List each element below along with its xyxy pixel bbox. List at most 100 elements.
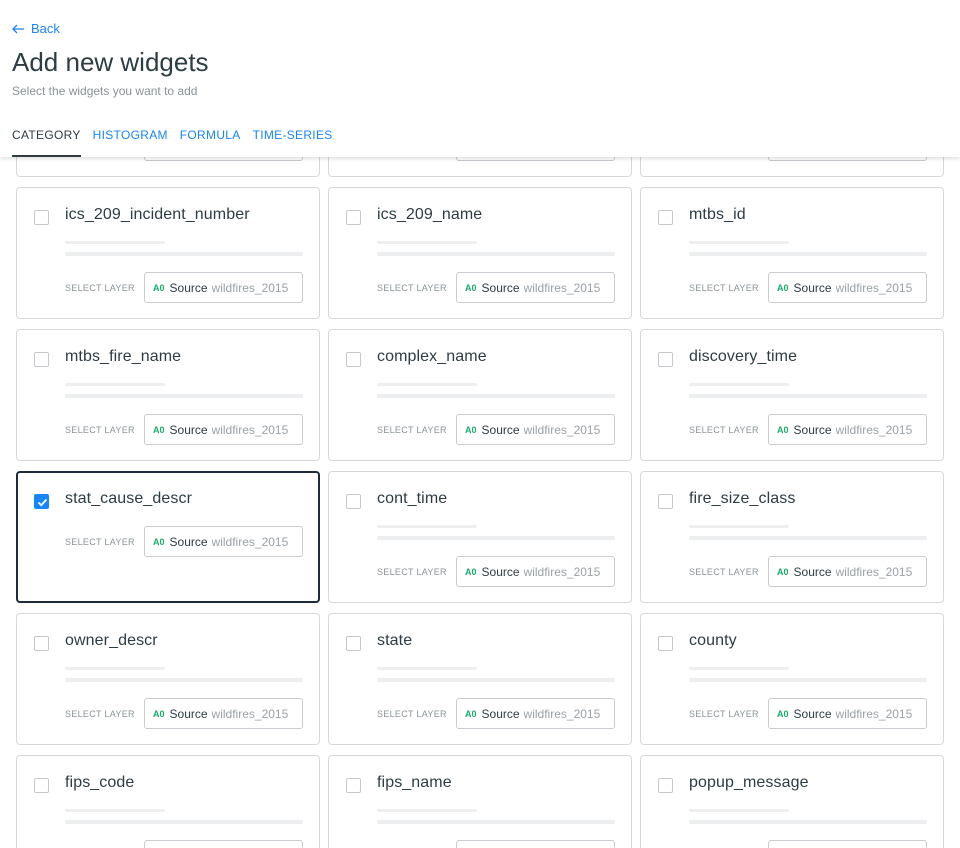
select-layer-label: SELECT LAYER (65, 709, 135, 719)
select-layer-label: SELECT LAYER (65, 425, 135, 435)
widget-checkbox[interactable] (658, 636, 673, 651)
preview-placeholder-long (377, 820, 615, 824)
layer-table-name: wildfires_2015 (523, 706, 601, 721)
preview-placeholder-short (65, 383, 165, 386)
layer-source: Source (169, 422, 208, 437)
layer-badge: A0 (777, 282, 789, 293)
widget-name: mtbs_id (689, 206, 746, 223)
page-subtitle: Select the widgets you want to add (12, 84, 198, 98)
widget-checkbox[interactable] (346, 778, 361, 793)
preview-placeholder-short (689, 809, 789, 812)
checkmark-icon (37, 498, 48, 507)
preview-placeholder-long (65, 820, 303, 824)
select-layer-label: SELECT LAYER (65, 283, 135, 293)
widget-card[interactable]: mtbs_id SELECT LAYER A0 Source wildfires_201… (640, 187, 944, 319)
layer-badge: A0 (777, 708, 789, 719)
tab-category[interactable]: CATEGORY (12, 128, 81, 157)
widget-card[interactable]: ics_209_name SELECT LAYER A0 Source wildfire… (328, 187, 632, 319)
layer-source: Source (481, 422, 520, 437)
widget-name: cont_time (377, 490, 448, 507)
widget-card[interactable]: discovery_time SELECT LAYER A0 Source wildfi… (640, 329, 944, 461)
layer-table-name: wildfires_2015 (211, 534, 289, 549)
widget-card[interactable]: stat_cause_descr SELECT LAYER A0 Source wild… (16, 471, 320, 603)
layer-select[interactable]: A0Sourcewildfires_2015 (144, 698, 303, 729)
layer-select[interactable]: A0Sourcewildfires_2015 (456, 272, 615, 303)
layer-select[interactable]: A0Sourcewildfires_2015 (456, 840, 615, 848)
widget-card[interactable]: complex_name SELECT LAYER A0 Source wildfire… (328, 329, 632, 461)
layer-table-name: wildfires_2015 (523, 564, 601, 579)
widget-checkbox[interactable] (658, 210, 673, 225)
preview-placeholder-short (689, 667, 789, 670)
tab-histogram[interactable]: HISTOGRAM (93, 128, 168, 157)
preview-placeholder-short (377, 809, 477, 812)
widget-checkbox[interactable] (34, 778, 49, 793)
tab-formula[interactable]: FORMULA (180, 128, 241, 157)
preview-placeholder-long (377, 252, 615, 256)
widget-checkbox[interactable] (346, 636, 361, 651)
widget-checkbox[interactable] (346, 210, 361, 225)
layer-table-name: wildfires_2015 (835, 422, 913, 437)
select-layer-label: SELECT LAYER (689, 567, 759, 577)
widget-checkbox[interactable] (658, 778, 673, 793)
widget-checkbox[interactable] (658, 494, 673, 509)
add-widgets-view: SELECT LAYERA0Sourcewildfires_2015SELECT… (0, 0, 960, 848)
layer-source: Source (481, 564, 520, 579)
page-header: Back Add new widgets Select the widgets … (0, 0, 960, 157)
widget-name: ics_209_incident_number (65, 206, 250, 223)
back-link[interactable]: Back (12, 21, 60, 36)
layer-table-name: wildfires_2015 (835, 564, 913, 579)
layer-source: Source (793, 564, 832, 579)
widget-card[interactable]: owner_descr SELECT LAYER A0 Source wildfires… (16, 613, 320, 745)
widget-checkbox[interactable] (34, 494, 49, 509)
layer-source: Source (169, 534, 208, 549)
widget-checkbox[interactable] (34, 352, 49, 367)
layer-select[interactable]: A0Sourcewildfires_2015 (768, 414, 927, 445)
layer-badge: A0 (153, 282, 165, 293)
preview-placeholder-long (689, 678, 927, 682)
widget-card[interactable]: county SELECT LAYER A0 Source wildfires_2015 (640, 613, 944, 745)
layer-select[interactable]: A0Sourcewildfires_2015 (144, 272, 303, 303)
layer-table-name: wildfires_2015 (523, 280, 601, 295)
widget-card[interactable]: fips_codeSELECT LAYERA0Sourcewildfires_2… (16, 755, 320, 848)
layer-select[interactable]: A0Sourcewildfires_2015 (768, 556, 927, 587)
preview-placeholder-long (377, 678, 615, 682)
layer-select[interactable]: A0Sourcewildfires_2015 (144, 840, 303, 848)
layer-table-name: wildfires_2015 (211, 280, 289, 295)
layer-select[interactable]: A0Sourcewildfires_2015 (144, 414, 303, 445)
widget-checkbox[interactable] (658, 352, 673, 367)
select-layer-label: SELECT LAYER (377, 425, 447, 435)
widget-card[interactable]: popup_messageSELECT LAYERA0Sourcewildfir… (640, 755, 944, 848)
preview-placeholder-short (689, 241, 789, 244)
preview-placeholder-short (65, 809, 165, 812)
widget-checkbox[interactable] (34, 636, 49, 651)
select-layer-label: SELECT LAYER (65, 537, 135, 547)
layer-source: Source (481, 706, 520, 721)
widget-card[interactable]: ics_209_incident_number SELECT LAYER A0 Sou… (16, 187, 320, 319)
preview-placeholder-short (689, 383, 789, 386)
widget-type-tabs: CATEGORY HISTOGRAM FORMULA TIME-SERIES (12, 128, 345, 157)
widget-card[interactable]: cont_time SELECT LAYER A0 Source wildfires_2… (328, 471, 632, 603)
select-layer-label: SELECT LAYER (689, 709, 759, 719)
tab-time-series[interactable]: TIME-SERIES (253, 128, 333, 157)
widget-name: fire_size_class (689, 490, 796, 507)
widget-card[interactable]: fire_size_class SELECT LAYER A0 Source wildf… (640, 471, 944, 603)
layer-table-name: wildfires_2015 (835, 706, 913, 721)
widget-name: fips_code (65, 774, 135, 791)
preview-placeholder-long (65, 252, 303, 256)
layer-select[interactable]: A0Sourcewildfires_2015 (456, 414, 615, 445)
widget-card[interactable]: mtbs_fire_name SELECT LAYER A0 Source wildfi… (16, 329, 320, 461)
preview-placeholder-long (689, 536, 927, 540)
widget-card[interactable]: state SELECT LAYER A0 Source wildfires_2015 (328, 613, 632, 745)
layer-select[interactable]: A0Sourcewildfires_2015 (456, 698, 615, 729)
layer-select[interactable]: A0Sourcewildfires_2015 (144, 526, 303, 557)
widget-checkbox[interactable] (34, 210, 49, 225)
widget-card[interactable]: fips_nameSELECT LAYERA0Sourcewildfires_2… (328, 755, 632, 848)
widget-checkbox[interactable] (346, 494, 361, 509)
widget-checkbox[interactable] (346, 352, 361, 367)
layer-select[interactable]: A0Sourcewildfires_2015 (768, 272, 927, 303)
layer-select[interactable]: A0Sourcewildfires_2015 (768, 840, 927, 848)
preview-placeholder-short (65, 667, 165, 670)
layer-source: Source (793, 706, 832, 721)
layer-select[interactable]: A0Sourcewildfires_2015 (456, 556, 615, 587)
layer-select[interactable]: A0 Sourcewildfires_2015 (768, 698, 927, 729)
